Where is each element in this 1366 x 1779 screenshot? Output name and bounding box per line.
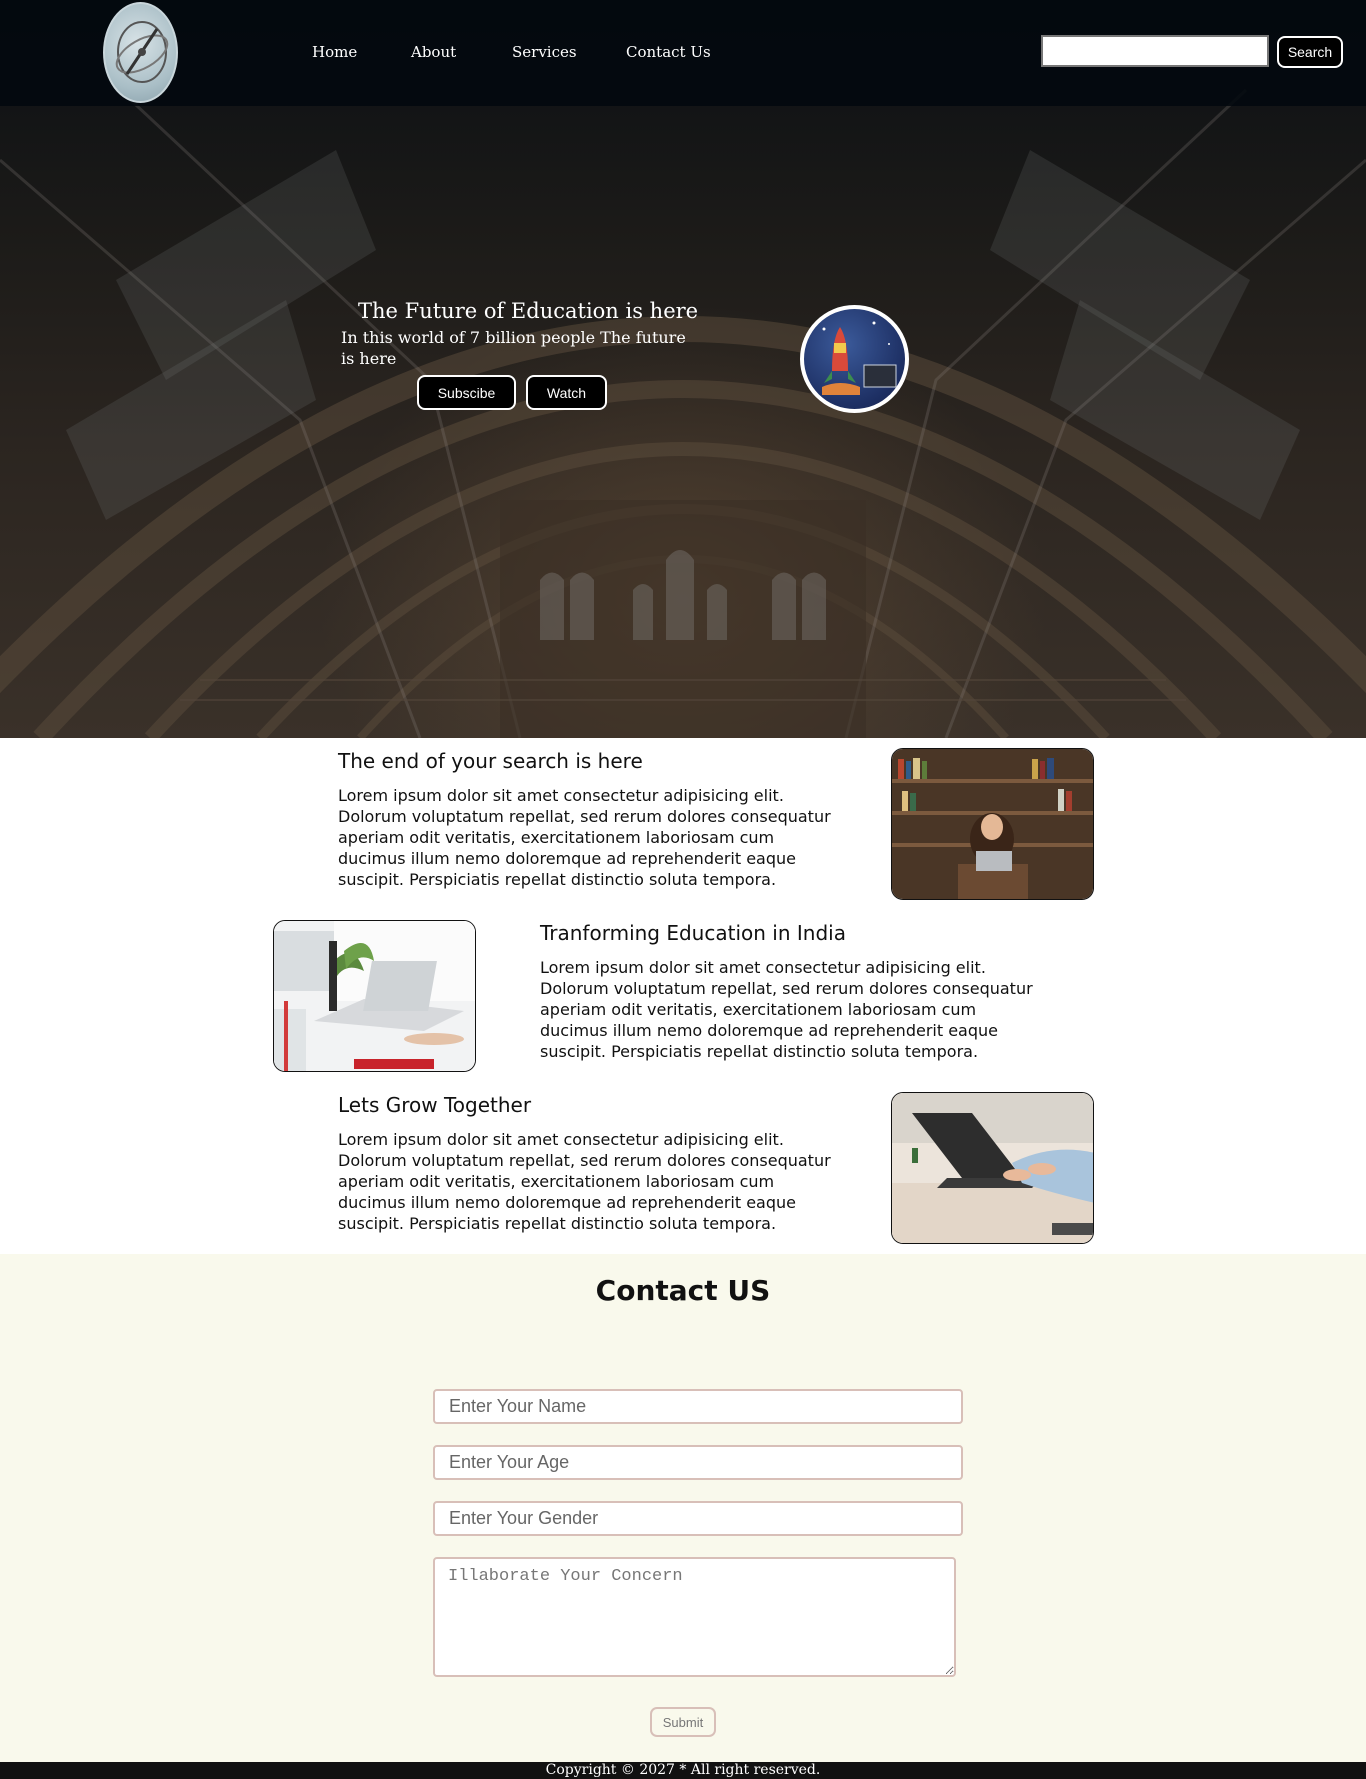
- feature-image-laptop: [273, 920, 476, 1072]
- hero-section: Home About Services Contact Us Search Th…: [0, 0, 1366, 738]
- gender-input[interactable]: [433, 1501, 963, 1536]
- nav-home-link[interactable]: Home: [312, 43, 357, 61]
- hero-subtitle: In this world of 7 billion people The fu…: [341, 328, 686, 368]
- hero-rocket-image: [800, 305, 909, 413]
- feature-body: Lorem ipsum dolor sit amet consectetur a…: [540, 958, 1033, 1061]
- feature-heading: Lets Grow Together: [338, 1093, 532, 1117]
- feature-heading: The end of your search is here: [338, 749, 643, 773]
- search-button[interactable]: Search: [1277, 36, 1343, 68]
- nav-about-link[interactable]: About: [411, 43, 456, 61]
- navbar: Home About Services Contact Us Search: [0, 0, 1366, 106]
- hero-background-image: [0, 88, 1366, 738]
- copyright-text: Copyright © 2027 * All right reserved.: [545, 1762, 821, 1778]
- features-section: The end of your search is here Lorem ips…: [0, 738, 1366, 1254]
- logo[interactable]: [103, 2, 178, 103]
- search-input[interactable]: [1041, 35, 1269, 67]
- feature-body: Lorem ipsum dolor sit amet consectetur a…: [338, 1130, 831, 1233]
- hero-title: The Future of Education is here: [358, 299, 699, 323]
- footer: Copyright © 2027 * All right reserved.: [0, 1762, 1366, 1779]
- nav-contact-link[interactable]: Contact Us: [626, 43, 711, 61]
- feature-body: Lorem ipsum dolor sit amet consectetur a…: [338, 786, 831, 889]
- submit-button[interactable]: Submit: [650, 1707, 716, 1737]
- nav-services-link[interactable]: Services: [512, 43, 577, 61]
- feature-image-typing: [891, 1092, 1094, 1244]
- subscribe-button[interactable]: Subscibe: [417, 375, 516, 410]
- feature-heading: Tranforming Education in India: [540, 921, 846, 945]
- feature-image-library: [891, 748, 1094, 900]
- logo-emblem-icon: [115, 21, 169, 83]
- contact-section: Contact US Submit: [0, 1254, 1366, 1762]
- watch-button[interactable]: Watch: [526, 375, 607, 410]
- concern-textarea[interactable]: [433, 1557, 956, 1677]
- name-input[interactable]: [433, 1389, 963, 1424]
- rocket-icon: [822, 321, 897, 395]
- age-input[interactable]: [433, 1445, 963, 1480]
- contact-title: Contact US: [595, 1274, 771, 1307]
